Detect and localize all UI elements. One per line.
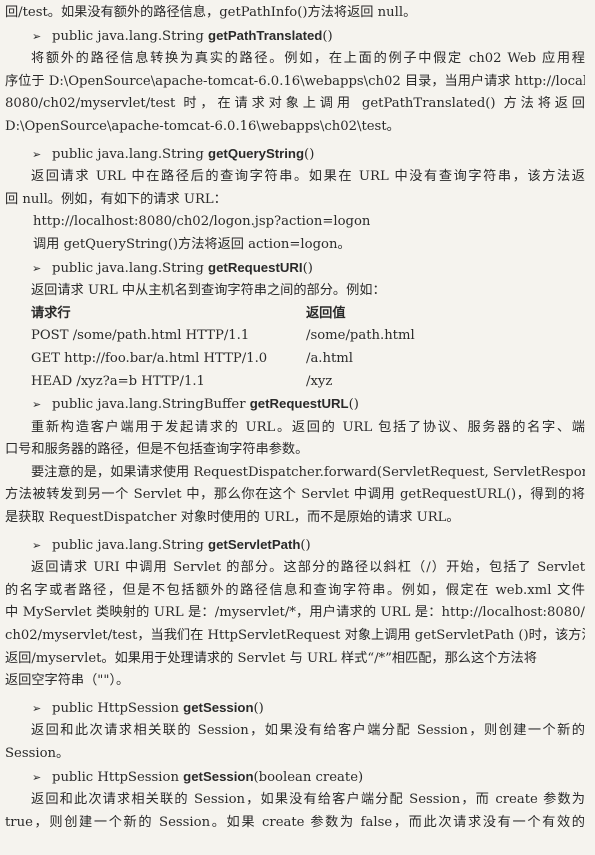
table-cell: /some/path.html (306, 328, 415, 344)
arrow-bullet-icon: ➢ (32, 538, 42, 552)
paragraph-line: 是获取 RequestDispatcher 对象时使用的 URL，而不是原始的请… (5, 510, 460, 526)
paragraph-line: 回/test。如果没有额外的路径信息，getPathInfo()方法将返回 nu… (5, 5, 417, 20)
method-params: () (304, 146, 315, 162)
paragraph-line: 返回/myservlet。如果用于处理请求的 Servlet 与 URL 样式“… (5, 650, 537, 666)
paragraph-line: 返回请求 URL 中从主机名到查询字符串之间的部分。例如： (31, 283, 386, 299)
method-signature: ➢ public HttpSession getSession() (32, 697, 585, 721)
code-example-line: http://localhost:8080/ch02/logon.jsp?act… (33, 214, 371, 230)
paragraph-line: 序位于 D:\OpenSource\apache-tomcat-6.0.16\w… (5, 73, 585, 89)
table-header-cell: 返回值 (306, 305, 346, 321)
document-page: 回/test。如果没有额外的路径信息，getPathInfo()方法将返回 nu… (0, 0, 595, 855)
paragraph-line: 返回和此次请求相关联的 Session，如果没有给客户端分配 Session，则… (31, 723, 585, 739)
method-name: getQueryString (208, 145, 305, 161)
method-name: getPathTranslated (208, 27, 323, 43)
method-return-type: public java.lang.String (52, 146, 209, 162)
arrow-bullet-icon: ➢ (32, 398, 42, 412)
paragraph-line: 回 null。例如，有如下的请求 URL： (5, 191, 227, 207)
paragraph-line: 将额外的路径信息转换为真实的路径。例如，在上面的例子中假定 ch02 Web 应… (31, 51, 585, 67)
arrow-bullet-icon: ➢ (32, 29, 42, 43)
arrow-bullet-icon: ➢ (32, 770, 42, 784)
method-name: getSession (183, 768, 254, 784)
request-uri-table: 请求行 返回值 POST /some/path.html HTTP/1.1 /s… (31, 303, 595, 393)
code-example-line: 调用 getQueryString()方法将返回 action=logon。 (33, 236, 351, 252)
table-cell: /a.html (306, 350, 354, 366)
arrow-bullet-icon: ➢ (32, 701, 42, 715)
paragraph-line: 返回和此次请求相关联的 Session，如果没有给客户端分配 Session，而… (31, 792, 585, 808)
method-signature: ➢ public HttpSession getSession(boolean c… (32, 766, 585, 790)
method-signature: ➢ public java.lang.String getServletPath(… (32, 534, 585, 558)
method-signature: ➢ public java.lang.String getPathTranslat… (32, 25, 585, 49)
paragraph-line: D:\OpenSource\apache-tomcat-6.0.16\webap… (5, 118, 400, 134)
method-name: getRequestURL (249, 396, 349, 412)
table-row: POST /some/path.html HTTP/1.1 /some/path… (31, 325, 595, 348)
paragraph-line: true，则创建一个新的 Session。如果 create 参数为 false… (5, 814, 585, 830)
method-params: () (322, 28, 333, 44)
method-params: (boolean create) (253, 769, 364, 785)
method-params: () (348, 397, 359, 413)
table-header-cell: 请求行 (31, 305, 71, 321)
paragraph-line: 重新构造客户端用于发起请求的 URL。返回的 URL 包括了协议、服务器的名字、… (31, 419, 585, 435)
arrow-bullet-icon: ➢ (32, 147, 42, 161)
table-cell: POST /some/path.html HTTP/1.1 (31, 328, 250, 344)
paragraph-line: Session。 (5, 746, 70, 761)
method-name: getSession (183, 699, 254, 715)
table-header-row: 请求行 返回值 (31, 303, 595, 326)
table-cell: GET http://foo.bar/a.html HTTP/1.0 (31, 350, 268, 366)
method-return-type: public java.lang.String (52, 537, 209, 553)
method-params: () (253, 700, 264, 716)
paragraph-line: 返回请求 URI 中调用 Servlet 的部分。这部分的路径以斜杠（/）开始，… (31, 560, 585, 576)
paragraph-line: ch02/myservlet/test，当我们在 HttpServletRequ… (5, 628, 585, 644)
method-signature: ➢ public java.lang.String getQueryString(… (32, 143, 585, 167)
method-signature: ➢ public java.lang.StringBuffer getReques… (32, 393, 585, 417)
method-params: () (302, 260, 313, 276)
arrow-bullet-icon: ➢ (32, 261, 42, 275)
method-return-type: public java.lang.String (52, 260, 209, 276)
paragraph-line: 口号和服务器的路径，但是不包括查询字符串参数。 (5, 442, 309, 458)
paragraph-line: 方法被转发到另一个 Servlet 中，那么你在这个 Servlet 中调用 g… (5, 487, 585, 503)
method-return-type: public java.lang.StringBuffer (52, 397, 250, 413)
method-name: getRequestURI (208, 259, 303, 275)
method-return-type: public java.lang.String (52, 28, 209, 44)
method-name: getServletPath (208, 536, 301, 552)
paragraph-line: 8080/ch02/myservlet/test 时，在请求对象上调用 getP… (5, 96, 585, 112)
method-return-type: public HttpSession (52, 769, 184, 785)
method-params: () (300, 537, 311, 553)
table-cell: HEAD /xyz?a=b HTTP/1.1 (31, 373, 205, 389)
table-cell: /xyz (306, 373, 333, 389)
paragraph-line: 要注意的是，如果请求使用 RequestDispatcher.forward(S… (31, 464, 585, 480)
method-return-type: public HttpSession (52, 700, 184, 716)
paragraph-line: 的名字或者路径，但是不包括额外的路径信息和查询字符串。例如，假定在 web.xm… (5, 582, 585, 598)
table-row: HEAD /xyz?a=b HTTP/1.1 /xyz (31, 371, 595, 394)
method-signature: ➢ public java.lang.String getRequestURI() (32, 257, 585, 281)
paragraph-line: 中 MyServlet 类映射的 URL 是：/myservlet/*，用户请求… (5, 605, 585, 621)
paragraph-line: 返回请求 URL 中在路径后的查询字符串。如果在 URL 中没有查询字符串，该方… (31, 169, 585, 185)
table-row: GET http://foo.bar/a.html HTTP/1.0 /a.ht… (31, 348, 595, 371)
paragraph-line: 返回空字符串（""）。 (5, 673, 130, 689)
